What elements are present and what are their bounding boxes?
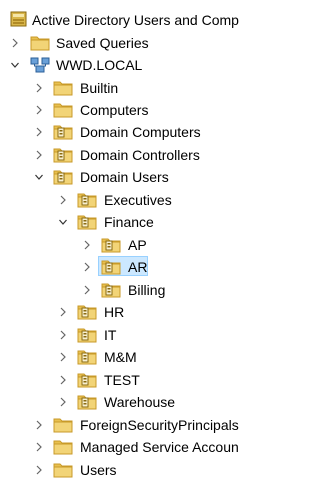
tree-item-warehouse[interactable]: Warehouse bbox=[0, 391, 241, 413]
ou-icon bbox=[77, 303, 97, 320]
chevron-right-icon[interactable] bbox=[58, 396, 68, 408]
tree-item-finance[interactable]: Finance bbox=[0, 211, 241, 233]
ou-icon bbox=[77, 191, 97, 208]
tree-item-label: AP bbox=[128, 237, 147, 253]
tree-item-label: Builtin bbox=[80, 80, 119, 96]
tree-item-label: Saved Queries bbox=[56, 35, 149, 51]
chevron-down-icon[interactable] bbox=[10, 59, 20, 71]
tree-item-label: Billing bbox=[128, 282, 166, 298]
tree-item-ar[interactable]: AR bbox=[0, 256, 241, 278]
tree-item-label: TEST bbox=[104, 372, 140, 388]
tree-item-label: HR bbox=[104, 304, 125, 320]
ou-icon bbox=[53, 168, 73, 185]
tree-item-label: Executives bbox=[104, 192, 172, 208]
tree-item-builtin[interactable]: Builtin bbox=[0, 77, 241, 99]
chevron-right-icon[interactable] bbox=[58, 306, 68, 318]
tree-item-it[interactable]: IT bbox=[0, 324, 241, 346]
tree-item-label: Computers bbox=[80, 102, 149, 118]
ad-tree: Active Directory Users and Comp Saved Qu… bbox=[0, 0, 241, 485]
ou-icon bbox=[77, 393, 97, 410]
tree-item-label: IT bbox=[104, 327, 117, 343]
folder-icon bbox=[30, 34, 50, 51]
chevron-right-icon[interactable] bbox=[82, 284, 92, 296]
folder-icon bbox=[53, 79, 73, 96]
chevron-right-icon[interactable] bbox=[34, 104, 44, 116]
ou-icon bbox=[101, 258, 121, 275]
tree-item-foreign-security-principals[interactable]: ForeignSecurityPrincipals bbox=[0, 414, 241, 436]
tree-item-computers[interactable]: Computers bbox=[0, 99, 241, 121]
tree-item-label: Domain Computers bbox=[80, 124, 201, 140]
tree-item-executives[interactable]: Executives bbox=[0, 189, 241, 211]
chevron-right-icon[interactable] bbox=[34, 464, 44, 476]
tree-item-label: Warehouse bbox=[104, 394, 176, 410]
chevron-right-icon[interactable] bbox=[34, 419, 44, 431]
chevron-right-icon[interactable] bbox=[58, 194, 68, 206]
folder-icon bbox=[53, 416, 73, 433]
folder-icon bbox=[53, 101, 73, 118]
ou-icon bbox=[77, 213, 97, 230]
chevron-right-icon[interactable] bbox=[34, 441, 44, 453]
tree-item-mm[interactable]: M&M bbox=[0, 346, 241, 368]
ou-icon bbox=[53, 123, 73, 140]
tree-item-billing[interactable]: Billing bbox=[0, 279, 241, 301]
ou-icon bbox=[77, 326, 97, 343]
tree-item-label: AR bbox=[128, 259, 148, 275]
tree-item-hr[interactable]: HR bbox=[0, 301, 241, 323]
domain-icon bbox=[30, 56, 50, 73]
tree-item-label: Finance bbox=[104, 214, 154, 230]
tree-item-label: Domain Users bbox=[80, 169, 169, 185]
tree-item-domain-controllers[interactable]: Domain Controllers bbox=[0, 144, 241, 166]
tree-item-saved-queries[interactable]: Saved Queries bbox=[0, 32, 241, 54]
active-directory-icon bbox=[9, 11, 29, 28]
tree-item-ap[interactable]: AP bbox=[0, 234, 241, 256]
chevron-down-icon[interactable] bbox=[34, 171, 44, 183]
chevron-right-icon[interactable] bbox=[34, 82, 44, 94]
chevron-right-icon[interactable] bbox=[58, 329, 68, 341]
ou-icon bbox=[77, 348, 97, 365]
tree-item-label: M&M bbox=[104, 349, 137, 365]
tree-root-label: Active Directory Users and Comp bbox=[32, 12, 239, 28]
chevron-right-icon[interactable] bbox=[82, 239, 92, 251]
chevron-right-icon[interactable] bbox=[82, 261, 92, 273]
chevron-right-icon[interactable] bbox=[58, 351, 68, 363]
tree-item-users[interactable]: Users bbox=[0, 459, 241, 481]
chevron-right-icon[interactable] bbox=[58, 374, 68, 386]
ou-icon bbox=[101, 236, 121, 253]
ou-icon bbox=[101, 281, 121, 298]
tree-item-label: Domain Controllers bbox=[80, 147, 200, 163]
tree-item-label: ForeignSecurityPrincipals bbox=[80, 417, 239, 433]
tree-root[interactable]: Active Directory Users and Comp bbox=[0, 9, 241, 31]
tree-item-managed-service-accounts[interactable]: Managed Service Accoun bbox=[0, 436, 241, 458]
ou-icon bbox=[53, 146, 73, 163]
chevron-right-icon[interactable] bbox=[34, 149, 44, 161]
tree-item-label: WWD.LOCAL bbox=[56, 57, 143, 73]
chevron-right-icon[interactable] bbox=[10, 37, 20, 49]
tree-item-domain-computers[interactable]: Domain Computers bbox=[0, 121, 241, 143]
tree-item-domain-users[interactable]: Domain Users bbox=[0, 166, 241, 188]
tree-item-test[interactable]: TEST bbox=[0, 369, 241, 391]
folder-icon bbox=[53, 438, 73, 455]
tree-item-domain[interactable]: WWD.LOCAL bbox=[0, 54, 241, 76]
tree-item-label: Users bbox=[80, 462, 117, 478]
folder-icon bbox=[53, 461, 73, 478]
chevron-right-icon[interactable] bbox=[34, 126, 44, 138]
chevron-down-icon[interactable] bbox=[58, 216, 68, 228]
tree-item-label: Managed Service Accoun bbox=[80, 439, 239, 455]
ou-icon bbox=[77, 371, 97, 388]
